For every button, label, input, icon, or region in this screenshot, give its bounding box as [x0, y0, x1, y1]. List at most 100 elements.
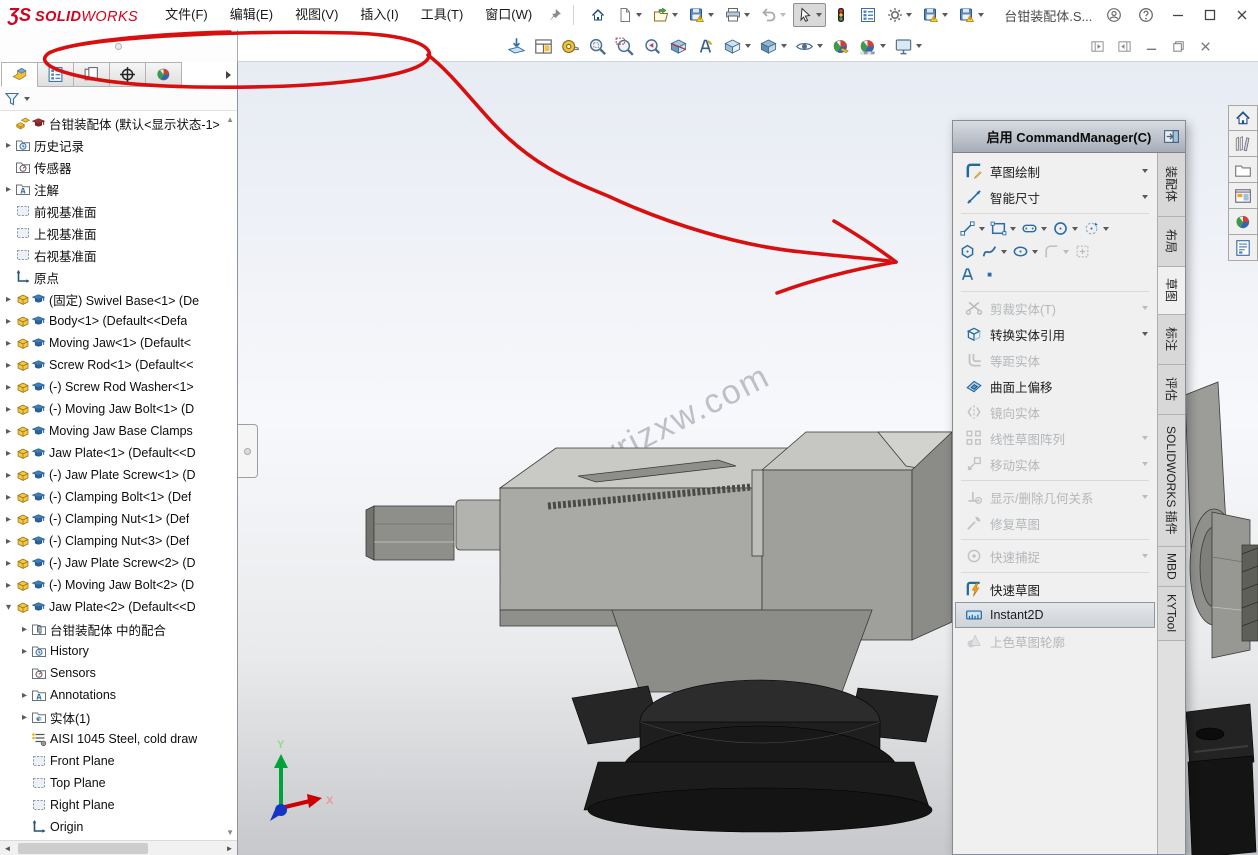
panel-tab-2[interactable]: 草图	[1158, 267, 1185, 315]
rapid-sketch-command[interactable]: 快速草图	[955, 576, 1155, 602]
commandmanager-title-bar[interactable]: 启用 CommandManager(C)	[953, 121, 1185, 153]
help-button[interactable]	[1130, 0, 1162, 30]
section-view-button[interactable]	[667, 36, 690, 57]
dropdown-caret[interactable]	[1010, 227, 1016, 231]
panel-tab-3[interactable]: 标注	[1158, 315, 1185, 365]
expand-arrow[interactable]: ▸	[2, 470, 15, 481]
tree-item-21[interactable]: ▸(-) Moving Jaw Bolt<2> (D	[0, 574, 237, 596]
expand-arrow[interactable]: ▸	[2, 184, 15, 195]
tree-item-29[interactable]: Front Plane	[0, 750, 237, 772]
dropdown-caret[interactable]	[636, 13, 642, 17]
dropdown-caret[interactable]	[1142, 195, 1148, 199]
select-cursor-button[interactable]	[793, 3, 826, 27]
expand-arrow[interactable]: ▸	[2, 338, 15, 349]
expand-arrow[interactable]: ▸	[2, 382, 15, 393]
tree-item-7[interactable]: 原点	[0, 266, 237, 288]
panel-tab-6[interactable]: MBD	[1158, 547, 1185, 587]
menu-item-4[interactable]: 工具(T)	[410, 0, 475, 30]
dropdown-caret[interactable]	[1041, 227, 1047, 231]
tree-item-23[interactable]: ▸台钳装配体 中的配合	[0, 618, 237, 640]
tree-item-24[interactable]: ▸History	[0, 640, 237, 662]
tree-item-22[interactable]: ▾Jaw Plate<2> (Default<<D	[0, 596, 237, 618]
panel-tab-7[interactable]: KYTool	[1158, 587, 1185, 641]
clamp-part[interactable]	[1186, 704, 1256, 855]
tree-item-30[interactable]: Top Plane	[0, 772, 237, 794]
hide-show-items-button[interactable]	[793, 36, 825, 57]
normal-to-button[interactable]	[505, 36, 528, 57]
dropdown-caret[interactable]	[781, 44, 787, 48]
open-button[interactable]	[649, 3, 682, 27]
line-tool-button[interactable]	[959, 220, 985, 237]
previous-view-button[interactable]	[640, 36, 663, 57]
home-tab-button[interactable]	[1228, 105, 1258, 131]
convert-entities-command[interactable]: 转换实体引用	[955, 321, 1155, 347]
menu-item-5[interactable]: 窗口(W)	[474, 0, 543, 30]
shaded-sketch-contours-command[interactable]: 上色草图轮廓	[955, 628, 1155, 654]
ellipse-tool-button[interactable]	[1012, 243, 1038, 260]
home-button[interactable]	[586, 3, 610, 27]
expand-arrow[interactable]: ▸	[2, 294, 15, 305]
dropdown-caret[interactable]	[1142, 462, 1148, 466]
appearances-scenes-button[interactable]	[1228, 209, 1258, 235]
viewport-pane-button[interactable]	[532, 36, 555, 57]
tree-item-26[interactable]: ▸Annotations	[0, 684, 237, 706]
tree-item-8[interactable]: ▸(固定) Swivel Base<1> (De	[0, 288, 237, 310]
annotation-visibility-button[interactable]	[694, 36, 717, 57]
expand-arrow[interactable]: ▸	[18, 690, 31, 701]
tab-propertymanager[interactable]	[37, 62, 74, 87]
circle-tool-button[interactable]	[1052, 220, 1078, 237]
measure-button[interactable]	[559, 36, 582, 57]
instant2d-command[interactable]: Instant2D	[955, 602, 1155, 628]
polygon-tool-button[interactable]	[959, 243, 976, 260]
account-button[interactable]	[1098, 0, 1130, 30]
save-warning-button[interactable]	[685, 3, 718, 27]
display-delete-relations-command[interactable]: 显示/删除几何关系	[955, 484, 1155, 510]
tab-displaymanager[interactable]	[145, 62, 182, 87]
dropdown-caret[interactable]	[1032, 250, 1038, 254]
dropdown-caret[interactable]	[906, 13, 912, 17]
perimeter-circle-tool-button[interactable]	[1083, 220, 1109, 237]
dropdown-caret[interactable]	[816, 13, 822, 17]
tree-horizontal-scrollbar[interactable]: ◄ ►	[0, 840, 237, 855]
file-explorer-button[interactable]	[1228, 157, 1258, 183]
tree-item-9[interactable]: ▸Body<1> (Default<<Defa	[0, 310, 237, 332]
restore-child-button[interactable]	[1169, 37, 1187, 55]
dropdown-caret[interactable]	[708, 13, 714, 17]
tree-item-10[interactable]: ▸Moving Jaw<1> (Default<	[0, 332, 237, 354]
dropdown-caret[interactable]	[780, 13, 786, 17]
spline-tool-button[interactable]	[981, 243, 1007, 260]
view-settings-button[interactable]	[892, 36, 924, 57]
scrollbar-thumb[interactable]	[18, 843, 148, 854]
close-child-button[interactable]	[1196, 37, 1214, 55]
tree-item-15[interactable]: ▸Jaw Plate<1> (Default<<D	[0, 442, 237, 464]
entity-pattern-tool-button[interactable]	[1074, 243, 1091, 260]
expand-arrow[interactable]: ▸	[2, 558, 15, 569]
scroll-left-icon[interactable]: ◄	[0, 844, 15, 853]
minimize-child-button[interactable]	[1142, 37, 1160, 55]
tree-filter-bar[interactable]	[0, 87, 237, 111]
dropdown-caret[interactable]	[1142, 554, 1148, 558]
minimize-button[interactable]	[1162, 0, 1194, 30]
dropdown-caret[interactable]	[672, 13, 678, 17]
pane-next-button[interactable]	[1115, 37, 1133, 55]
view-orientation-button[interactable]	[721, 36, 753, 57]
point-tool-button[interactable]	[981, 266, 998, 283]
edit-appearance-button[interactable]	[829, 36, 852, 57]
tree-item-17[interactable]: ▸(-) Clamping Bolt<1> (Def	[0, 486, 237, 508]
panel-tab-1[interactable]: 布局	[1158, 217, 1185, 267]
expand-arrow[interactable]: ▸	[2, 426, 15, 437]
menu-item-1[interactable]: 编辑(E)	[219, 0, 284, 30]
tree-item-3[interactable]: ▸注解	[0, 178, 237, 200]
tree-item-27[interactable]: ▸实体(1)	[0, 706, 237, 728]
move-entities-command[interactable]: 移动实体	[955, 451, 1155, 477]
offset-entities-command[interactable]: 等距实体	[955, 347, 1155, 373]
panel-tab-4[interactable]: 评估	[1158, 365, 1185, 415]
panel-tab-0[interactable]: 装配体	[1158, 153, 1185, 217]
expand-arrow[interactable]: ▸	[2, 140, 15, 151]
dropdown-caret[interactable]	[1001, 250, 1007, 254]
dropdown-caret[interactable]	[880, 44, 886, 48]
tree-item-1[interactable]: ▸历史记录	[0, 134, 237, 156]
tree-item-5[interactable]: 上视基准面	[0, 222, 237, 244]
tabs-overflow-icon[interactable]	[226, 71, 231, 79]
options-list-button[interactable]	[856, 3, 880, 27]
